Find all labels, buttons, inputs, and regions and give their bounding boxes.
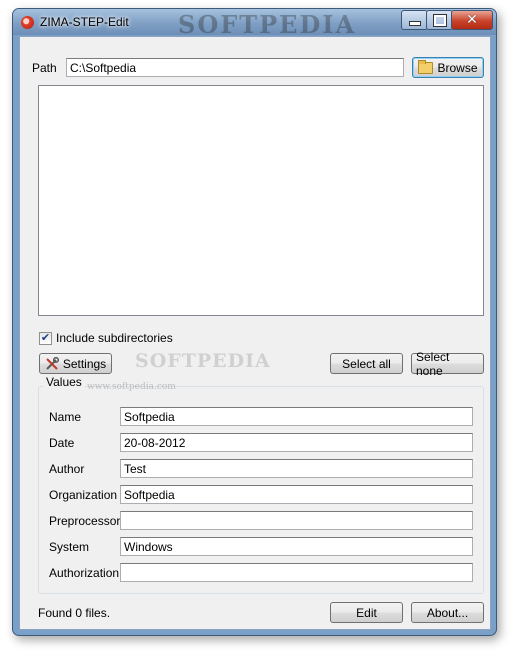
edit-button[interactable]: Edit bbox=[330, 602, 403, 623]
tools-icon bbox=[46, 356, 59, 370]
about-button-label: About... bbox=[426, 605, 469, 620]
about-button[interactable]: About... bbox=[411, 602, 484, 623]
name-label: Name bbox=[49, 410, 82, 424]
include-subdirectories-checkbox[interactable]: ✔ bbox=[39, 332, 52, 345]
path-input[interactable]: C:\Softpedia bbox=[66, 58, 404, 77]
title-bar[interactable]: ZIMA-STEP-Edit SOFTPEDIA ✕ bbox=[13, 9, 496, 39]
softpedia-url-watermark: www.softpedia.com bbox=[87, 382, 176, 392]
select-none-label: Select none bbox=[416, 349, 450, 378]
organization-label: Organization bbox=[49, 488, 118, 502]
select-all-label: Select all bbox=[342, 356, 391, 371]
client-area: Path C:\Softpedia Browse ✔ Include subdi… bbox=[19, 36, 491, 630]
organization-field[interactable]: Softpedia bbox=[120, 485, 473, 504]
author-field[interactable]: Test bbox=[120, 459, 473, 478]
app-icon[interactable] bbox=[21, 16, 34, 29]
browse-button-label: Browse bbox=[437, 60, 478, 75]
values-group-title: Values bbox=[43, 375, 85, 389]
status-text: Found 0 files. bbox=[38, 606, 111, 620]
settings-button[interactable]: Settings bbox=[39, 353, 112, 374]
path-label: Path bbox=[32, 61, 57, 75]
select-all-button[interactable]: Select all bbox=[330, 353, 403, 374]
close-icon: ✕ bbox=[466, 12, 478, 28]
settings-button-label: Settings bbox=[62, 356, 107, 371]
system-label: System bbox=[49, 540, 90, 554]
check-icon: ✔ bbox=[40, 332, 51, 344]
minimize-button[interactable] bbox=[401, 10, 428, 30]
minimize-icon bbox=[408, 21, 421, 26]
folder-icon bbox=[418, 59, 434, 74]
date-field[interactable]: 20-08-2012 bbox=[120, 433, 473, 452]
close-button[interactable]: ✕ bbox=[451, 10, 493, 30]
include-subdirectories-label[interactable]: Include subdirectories bbox=[56, 331, 173, 345]
authorization-field[interactable] bbox=[120, 563, 473, 582]
name-field[interactable]: Softpedia bbox=[120, 407, 473, 426]
files-list[interactable] bbox=[38, 85, 484, 316]
window-title: ZIMA-STEP-Edit bbox=[40, 15, 129, 29]
date-label: Date bbox=[49, 436, 75, 450]
browse-button[interactable]: Browse bbox=[412, 57, 484, 78]
edit-button-label: Edit bbox=[356, 605, 377, 620]
system-field[interactable]: Windows bbox=[120, 537, 473, 556]
app-window: ZIMA-STEP-Edit SOFTPEDIA ✕ Path C:\Softp… bbox=[12, 8, 497, 636]
author-label: Author bbox=[49, 462, 85, 476]
preprocessor-label: Preprocessor bbox=[49, 514, 121, 528]
select-none-button[interactable]: Select none bbox=[411, 350, 484, 378]
maximize-button[interactable] bbox=[426, 10, 453, 30]
authorization-label: Authorization bbox=[49, 566, 120, 580]
softpedia-watermark: SOFTPEDIA bbox=[135, 350, 271, 372]
maximize-icon bbox=[432, 13, 447, 27]
title-watermark: SOFTPEDIA bbox=[178, 10, 357, 39]
preprocessor-field[interactable] bbox=[120, 511, 473, 530]
